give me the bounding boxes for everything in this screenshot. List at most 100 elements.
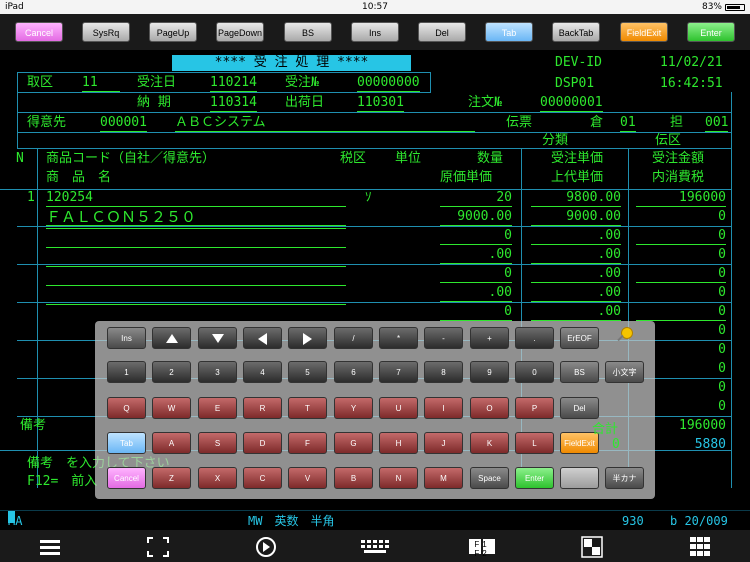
line1-qty-field[interactable]: 20: [440, 190, 512, 207]
shukabi-field[interactable]: 110301: [357, 95, 404, 112]
key-blank[interactable]: [560, 467, 599, 489]
blank-code-field[interactable]: [46, 228, 346, 229]
blank-qty[interactable]: 0: [440, 266, 512, 283]
key-lowercase[interactable]: 小文字: [605, 361, 644, 383]
key-g[interactable]: G: [334, 432, 373, 454]
blank-amount[interactable]: 0: [636, 266, 726, 283]
blank-price[interactable]: .00: [531, 266, 621, 283]
backspace-button[interactable]: BS: [284, 22, 332, 42]
key-i[interactable]: I: [424, 397, 463, 419]
key-p[interactable]: P: [515, 397, 554, 419]
fieldexit-button[interactable]: FieldExit: [620, 22, 668, 42]
blank-amount[interactable]: 0: [636, 228, 726, 245]
key-enter[interactable]: Enter: [515, 467, 554, 489]
key-del[interactable]: Del: [560, 397, 599, 419]
blank-cost[interactable]: .00: [440, 247, 512, 264]
keypad-icon[interactable]: [688, 536, 712, 558]
key-e[interactable]: E: [198, 397, 237, 419]
key-4[interactable]: 4: [243, 361, 282, 383]
blank-name-field[interactable]: [46, 285, 346, 286]
key-2[interactable]: 2: [152, 361, 191, 383]
key-y[interactable]: Y: [334, 397, 373, 419]
torikubun-field[interactable]: 11: [82, 75, 120, 92]
key-5[interactable]: 5: [288, 361, 327, 383]
blank-code-field[interactable]: [46, 266, 346, 267]
key-plus[interactable]: +: [470, 327, 509, 349]
key-z[interactable]: Z: [152, 467, 191, 489]
key-m[interactable]: M: [424, 467, 463, 489]
key-b[interactable]: B: [334, 467, 373, 489]
key-7[interactable]: 7: [379, 361, 418, 383]
key-t[interactable]: T: [288, 397, 327, 419]
blank-code-field[interactable]: [46, 304, 346, 305]
key-3[interactable]: 3: [198, 361, 237, 383]
keyboard-icon[interactable]: [360, 536, 390, 558]
line1-amount-field[interactable]: 196000: [636, 190, 726, 207]
key-n[interactable]: N: [379, 467, 418, 489]
line1-list-field[interactable]: 9000.00: [531, 209, 621, 226]
fullscreen-icon[interactable]: [146, 536, 170, 558]
down-arrow-icon[interactable]: [198, 327, 237, 349]
kura-field[interactable]: 01: [620, 115, 636, 132]
blank-price[interactable]: .00: [531, 228, 621, 245]
key-period[interactable]: .: [515, 327, 554, 349]
noki-field[interactable]: 110314: [210, 95, 257, 112]
key-o[interactable]: O: [470, 397, 509, 419]
delete-button[interactable]: Del: [418, 22, 466, 42]
pin-icon[interactable]: [621, 327, 633, 339]
blank-qty[interactable]: 0: [440, 228, 512, 245]
juchubi-field[interactable]: 110214: [210, 75, 257, 92]
blank-list[interactable]: .00: [531, 285, 621, 302]
enter-button[interactable]: Enter: [687, 22, 735, 42]
tokui-name-field[interactable]: ＡＢＣシステム: [175, 115, 475, 132]
pagedown-button[interactable]: PageDown: [216, 22, 264, 42]
juchuno-field[interactable]: 00000000: [357, 75, 420, 92]
key-0[interactable]: 0: [515, 361, 554, 383]
key-d[interactable]: D: [243, 432, 282, 454]
key-c[interactable]: C: [243, 467, 282, 489]
line1-zei[interactable]: ｿ: [365, 190, 372, 206]
blank-name-field[interactable]: [46, 247, 346, 248]
key-tab[interactable]: Tab: [107, 432, 146, 454]
key-k[interactable]: K: [470, 432, 509, 454]
tan-field[interactable]: 001: [705, 115, 729, 132]
key-s[interactable]: S: [198, 432, 237, 454]
line1-name-field[interactable]: ＦＡＬＣＯＮ５２５０: [46, 209, 346, 226]
up-arrow-icon[interactable]: [152, 327, 191, 349]
key-asterisk[interactable]: *: [379, 327, 418, 349]
line1-cost-field[interactable]: 9000.00: [440, 209, 512, 226]
key-r[interactable]: R: [243, 397, 282, 419]
key-q[interactable]: Q: [107, 397, 146, 419]
key-1[interactable]: 1: [107, 361, 146, 383]
key-f[interactable]: F: [288, 432, 327, 454]
key-8[interactable]: 8: [424, 361, 463, 383]
insert-button[interactable]: Ins: [351, 22, 399, 42]
key-w[interactable]: W: [152, 397, 191, 419]
key-l[interactable]: L: [515, 432, 554, 454]
key-slash[interactable]: /: [334, 327, 373, 349]
key-j[interactable]: J: [424, 432, 463, 454]
backtab-button[interactable]: BackTab: [552, 22, 600, 42]
blank-price[interactable]: .00: [531, 304, 621, 321]
tokui-code-field[interactable]: 000001: [100, 115, 147, 132]
chumon-field[interactable]: 00000001: [540, 95, 603, 112]
right-arrow-icon[interactable]: [288, 327, 327, 349]
key-bs[interactable]: BS: [560, 361, 599, 383]
key-v[interactable]: V: [288, 467, 327, 489]
key-minus[interactable]: -: [424, 327, 463, 349]
key-space[interactable]: Space: [470, 467, 509, 489]
input-mode-icon[interactable]: [580, 536, 604, 558]
function-keys-icon[interactable]: F1 F2: [468, 536, 496, 558]
line1-price-field[interactable]: 9800.00: [531, 190, 621, 207]
key-h[interactable]: H: [379, 432, 418, 454]
key-cancel[interactable]: Cancel: [107, 467, 146, 489]
line1-code-field[interactable]: 120254: [46, 190, 346, 207]
key-ereof[interactable]: ErEOF: [560, 327, 599, 349]
menu-icon[interactable]: [38, 536, 62, 558]
blank-cost[interactable]: .00: [440, 285, 512, 302]
sysrq-button[interactable]: SysRq: [82, 22, 130, 42]
key-x[interactable]: X: [198, 467, 237, 489]
blank-list[interactable]: .00: [531, 247, 621, 264]
key-6[interactable]: 6: [334, 361, 373, 383]
tab-button[interactable]: Tab: [485, 22, 533, 42]
